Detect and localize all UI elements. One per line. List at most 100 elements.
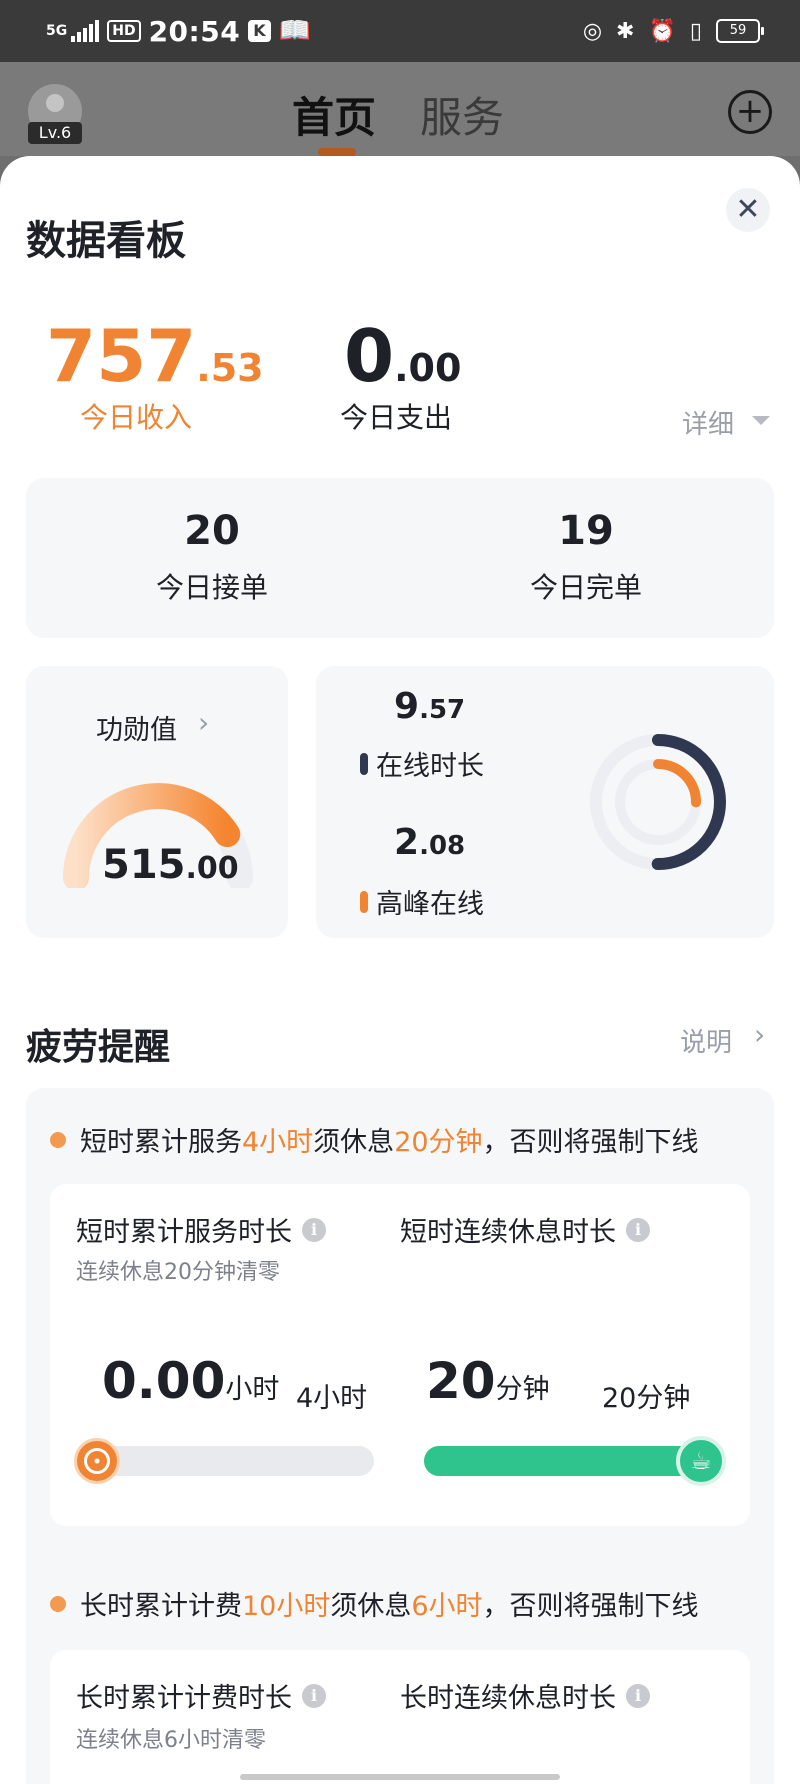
- long-rule-c: 须休息: [330, 1591, 412, 1622]
- expense-int: 0: [344, 314, 395, 398]
- battery-icon: 59: [716, 19, 764, 43]
- peak-hours-label-row: 高峰在线: [360, 882, 484, 921]
- add-button[interactable]: +: [728, 90, 772, 134]
- long-term-card: [50, 1650, 750, 1784]
- short-service-progress-track: [80, 1446, 374, 1476]
- coffee-icon: ☕: [676, 1436, 726, 1486]
- tab-home[interactable]: 首页: [292, 84, 376, 145]
- chevron-right-icon[interactable]: ›: [198, 706, 209, 739]
- close-button[interactable]: ✕: [726, 188, 770, 232]
- short-service-title-row: 短时累计服务时长 i: [76, 1210, 326, 1249]
- short-service-value: 0.00: [102, 1352, 226, 1410]
- app-header: [0, 62, 800, 156]
- online-hours-label: 在线时长: [376, 751, 484, 782]
- short-service-value-row: 0.00小时: [102, 1352, 279, 1410]
- long-rule-a: 长时累计计费: [80, 1591, 242, 1622]
- explain-link[interactable]: 说明: [680, 1022, 732, 1059]
- long-rest-title-row: 长时连续休息时长 i: [400, 1676, 650, 1715]
- info-icon[interactable]: i: [626, 1217, 650, 1242]
- tab-indicator: [318, 148, 356, 156]
- short-rest-value-row: 20分钟: [426, 1352, 550, 1410]
- detail-link[interactable]: 详细: [682, 404, 734, 441]
- long-service-sub: 连续休息6小时清零: [76, 1728, 266, 1753]
- network-label: 5G: [46, 23, 68, 39]
- expense-label: 今日支出: [340, 401, 453, 434]
- peak-hours-value: 2.08: [394, 822, 465, 863]
- peak-legend-mark: [360, 890, 368, 913]
- vibrate-icon: ▯: [689, 18, 702, 44]
- short-rest-limit: 20分钟: [602, 1383, 691, 1414]
- service-progress-knob: [74, 1438, 120, 1484]
- fatigue-title: 疲劳提醒: [26, 1027, 171, 1068]
- orders-completed-value: 19: [558, 508, 614, 554]
- short-rest-title-row: 短时连续休息时长 i: [400, 1210, 650, 1249]
- merit-title[interactable]: 功勋值: [96, 708, 177, 747]
- long-service-title-row: 长时累计计费时长 i: [76, 1676, 326, 1715]
- hd-badge: HD: [107, 20, 141, 42]
- online-hours-value: 9.57: [394, 686, 465, 727]
- short-rest-title: 短时连续休息时长: [400, 1217, 616, 1248]
- short-rule-a: 短时累计服务: [80, 1127, 242, 1158]
- online-legend-mark: [360, 752, 368, 775]
- short-rest-unit: 分钟: [495, 1374, 550, 1405]
- location-icon: ◎: [582, 18, 603, 44]
- status-bar: 5G HD 20:54 K 📖 ◎ ✱ ⏰ ▯ 59: [0, 0, 800, 62]
- short-rule: 短时累计服务 4小时 须休息 20分钟 ，否则将强制下线: [50, 1120, 699, 1159]
- merit-int: 515: [102, 842, 186, 888]
- long-rule-b: 10小时: [242, 1591, 331, 1622]
- info-icon[interactable]: i: [302, 1217, 326, 1242]
- status-time: 20:54: [148, 14, 241, 48]
- status-left: 5G HD 20:54 K 📖: [46, 12, 311, 50]
- online-hours-label-row: 在线时长: [360, 744, 484, 783]
- level-badge: Lv.6: [28, 122, 82, 144]
- merit-value: 515.00: [102, 842, 239, 888]
- income-value: 757.53: [46, 314, 264, 398]
- short-service-sub: 连续休息20分钟清零: [76, 1260, 280, 1285]
- short-rule-e: ，否则将强制下线: [482, 1127, 699, 1158]
- short-rule-c: 须休息: [313, 1127, 395, 1158]
- short-service-title: 短时累计服务时长: [76, 1217, 292, 1248]
- home-indicator[interactable]: [240, 1774, 560, 1780]
- short-rest-value: 20: [426, 1352, 496, 1410]
- peak-int: 2: [394, 822, 420, 863]
- rule-bullet: [50, 1595, 66, 1612]
- expense-value: 0.00: [344, 314, 461, 398]
- bluetooth-icon: ✱: [616, 18, 635, 44]
- chevron-right-icon[interactable]: ›: [754, 1018, 765, 1051]
- peak-hours-label: 高峰在线: [376, 889, 484, 920]
- book-icon: 📖: [278, 16, 311, 46]
- tab-service[interactable]: 服务: [420, 84, 504, 145]
- online-ring-chart: [590, 734, 726, 870]
- info-icon[interactable]: i: [626, 1683, 650, 1708]
- orders-card: [26, 478, 774, 638]
- orders-accepted-label: 今日接单: [155, 571, 268, 604]
- long-rule-e: ，否则将强制下线: [482, 1591, 699, 1622]
- online-int: 9: [394, 686, 420, 727]
- rule-bullet: [50, 1131, 66, 1148]
- income-label: 今日收入: [80, 401, 193, 434]
- caret-down-icon[interactable]: [752, 416, 770, 425]
- expense-dec: .00: [394, 346, 462, 390]
- short-rule-d: 20分钟: [394, 1127, 483, 1158]
- peak-dec: .08: [419, 831, 466, 861]
- short-rule-b: 4小时: [242, 1127, 314, 1158]
- short-rest-progress-fill: [424, 1446, 718, 1476]
- dashboard-title: 数据看板: [26, 218, 186, 264]
- online-dec: .57: [419, 695, 466, 725]
- alarm-icon: ⏰: [648, 18, 676, 44]
- long-rule-d: 6小时: [411, 1591, 483, 1622]
- app-badge: K: [248, 20, 271, 42]
- long-rule: 长时累计计费 10小时 须休息 6小时 ，否则将强制下线: [50, 1584, 699, 1623]
- orders-completed-label: 今日完单: [529, 571, 642, 604]
- orders-accepted-value: 20: [184, 508, 240, 554]
- signal-icon: [71, 20, 100, 42]
- income-dec: .53: [196, 346, 264, 390]
- income-int: 757: [46, 314, 197, 398]
- long-service-title: 长时累计计费时长: [76, 1683, 292, 1714]
- short-service-limit: 4小时: [296, 1383, 368, 1414]
- wheel-icon: [84, 1448, 110, 1474]
- short-service-unit: 小时: [225, 1374, 280, 1405]
- info-icon[interactable]: i: [302, 1683, 326, 1708]
- status-right: ◎ ✱ ⏰ ▯ 59: [582, 12, 764, 50]
- long-rest-title: 长时连续休息时长: [400, 1683, 616, 1714]
